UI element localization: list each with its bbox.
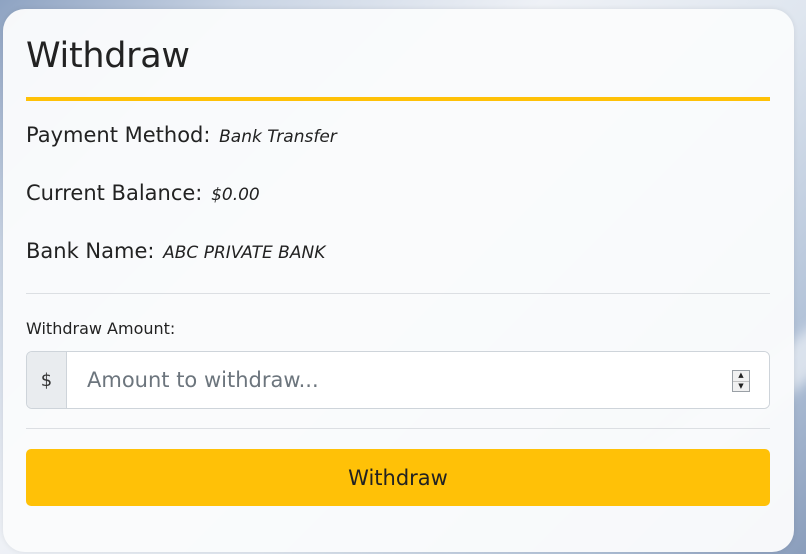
number-spinner[interactable]: ▲ ▼ [732,370,750,392]
title-underline [26,97,770,101]
current-balance-value: $0.00 [211,185,260,205]
currency-addon: $ [27,352,67,408]
down-arrow-icon[interactable]: ▼ [733,380,749,392]
up-arrow-icon[interactable]: ▲ [733,371,749,381]
withdraw-amount-label: Withdraw Amount: [26,319,176,338]
withdraw-card: Withdraw Payment Method: Bank Transfer C… [3,9,794,552]
payment-method-value: Bank Transfer [219,127,337,147]
bank-name-label: Bank Name: [26,239,155,263]
current-balance-label: Current Balance: [26,181,203,205]
withdraw-amount-input-group: $ ▲ ▼ [26,351,770,409]
bank-name-value: ABC PRIVATE BANK [163,243,326,263]
section-divider [26,293,770,294]
withdraw-amount-input[interactable] [67,352,769,408]
withdraw-button[interactable]: Withdraw [26,449,770,506]
payment-method-row: Payment Method: Bank Transfer [26,123,337,147]
current-balance-row: Current Balance: $0.00 [26,181,260,205]
section-divider [26,428,770,429]
payment-method-label: Payment Method: [26,123,211,147]
page-title: Withdraw [26,36,190,76]
bank-name-row: Bank Name: ABC PRIVATE BANK [26,239,325,263]
